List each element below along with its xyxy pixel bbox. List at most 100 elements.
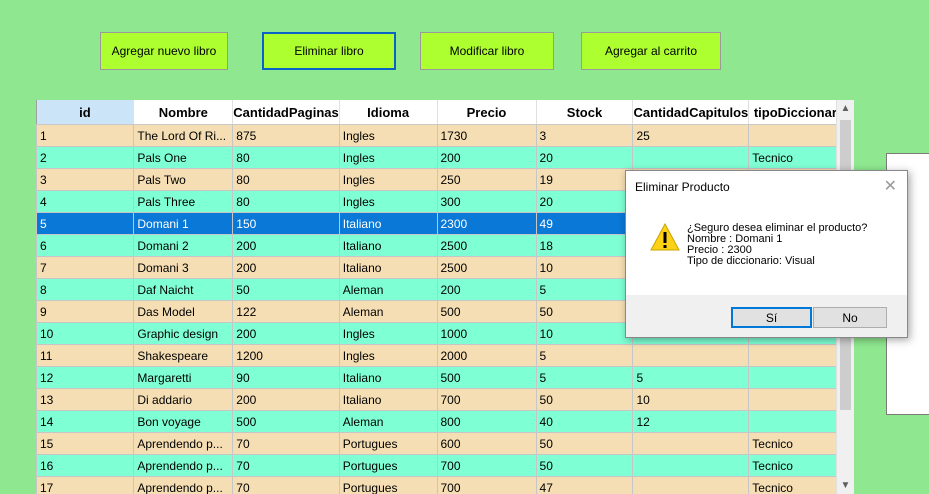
- cell-idioma[interactable]: Portugues: [338, 432, 438, 455]
- column-header-cantidad-capitulos[interactable]: CantidadCapitulos: [632, 100, 750, 125]
- no-button[interactable]: No: [813, 307, 887, 328]
- cell-id[interactable]: 7: [36, 256, 135, 279]
- cell-cantidad-paginas[interactable]: 200: [232, 322, 340, 345]
- modify-book-button[interactable]: Modificar libro: [420, 32, 554, 70]
- column-header-idioma[interactable]: Idioma: [339, 100, 438, 125]
- cell-idioma[interactable]: Aleman: [338, 278, 438, 301]
- cell-cantidad-capitulos[interactable]: [632, 146, 750, 169]
- cell-id[interactable]: 5: [36, 212, 135, 235]
- cell-precio[interactable]: 2500: [436, 256, 537, 279]
- cell-id[interactable]: 12: [36, 366, 135, 389]
- table-row[interactable]: 17 Aprendendo p... 70 Portugues 700 47 Tecnico: [36, 476, 854, 494]
- cell-nombre[interactable]: Bon voyage: [133, 410, 234, 433]
- table-row[interactable]: 13 Di addario 200 Italiano 700 50 10: [36, 388, 854, 411]
- cell-stock[interactable]: 10: [535, 256, 634, 279]
- cell-cantidad-capitulos[interactable]: [632, 476, 750, 494]
- cell-precio[interactable]: 200: [436, 278, 537, 301]
- cell-stock[interactable]: 20: [535, 190, 634, 213]
- cell-id[interactable]: 10: [36, 322, 135, 345]
- cell-precio[interactable]: 1000: [436, 322, 537, 345]
- table-row[interactable]: 15 Aprendendo p... 70 Portugues 600 50 Tecnico: [36, 432, 854, 455]
- cell-cantidad-paginas[interactable]: 1200: [232, 344, 340, 367]
- column-header-cantidad-paginas[interactable]: CantidadPaginas: [232, 100, 340, 125]
- table-row[interactable]: 14 Bon voyage 500 Aleman 800 40 12: [36, 410, 854, 433]
- cell-cantidad-paginas[interactable]: 80: [232, 190, 340, 213]
- chevron-down-icon[interactable]: ▼: [837, 477, 854, 494]
- cell-precio[interactable]: 2000: [436, 344, 537, 367]
- cell-idioma[interactable]: Italiano: [338, 212, 438, 235]
- cell-cantidad-capitulos[interactable]: [632, 344, 750, 367]
- cell-stock[interactable]: 49: [535, 212, 634, 235]
- cell-cantidad-capitulos[interactable]: [632, 432, 750, 455]
- cell-cantidad-capitulos[interactable]: 25: [632, 124, 750, 147]
- cell-cantidad-paginas[interactable]: 70: [232, 476, 340, 494]
- cell-stock[interactable]: 40: [535, 410, 634, 433]
- cell-id[interactable]: 2: [36, 146, 135, 169]
- cell-id[interactable]: 16: [36, 454, 135, 477]
- cell-id[interactable]: 11: [36, 344, 135, 367]
- cell-precio[interactable]: 300: [436, 190, 537, 213]
- cell-id[interactable]: 6: [36, 234, 135, 257]
- cell-id[interactable]: 8: [36, 278, 135, 301]
- cell-cantidad-paginas[interactable]: 150: [232, 212, 340, 235]
- cell-cantidad-paginas[interactable]: 80: [232, 146, 340, 169]
- cell-id[interactable]: 14: [36, 410, 135, 433]
- cell-nombre[interactable]: Margaretti: [133, 366, 234, 389]
- cell-cantidad-paginas[interactable]: 70: [232, 454, 340, 477]
- cell-precio[interactable]: 700: [436, 454, 537, 477]
- cell-stock[interactable]: 5: [535, 344, 634, 367]
- cell-precio[interactable]: 500: [436, 300, 537, 323]
- cell-stock[interactable]: 47: [535, 476, 634, 494]
- cell-stock[interactable]: 5: [535, 278, 634, 301]
- cell-nombre[interactable]: Domani 3: [133, 256, 234, 279]
- cell-stock[interactable]: 50: [535, 454, 634, 477]
- table-row[interactable]: 16 Aprendendo p... 70 Portugues 700 50 Tecnico: [36, 454, 854, 477]
- cell-cantidad-capitulos[interactable]: 12: [632, 410, 750, 433]
- cell-id[interactable]: 13: [36, 388, 135, 411]
- delete-book-button[interactable]: Eliminar libro: [262, 32, 396, 70]
- table-row[interactable]: 11 Shakespeare 1200 Ingles 2000 5: [36, 344, 854, 367]
- cell-nombre[interactable]: The Lord Of Ri...: [133, 124, 234, 147]
- cell-precio[interactable]: 200: [436, 146, 537, 169]
- cell-id[interactable]: 3: [36, 168, 135, 191]
- cell-cantidad-paginas[interactable]: 200: [232, 234, 340, 257]
- table-row[interactable]: 1 The Lord Of Ri... 875 Ingles 1730 3 25: [36, 124, 854, 147]
- cell-idioma[interactable]: Italiano: [338, 256, 438, 279]
- cell-nombre[interactable]: Shakespeare: [133, 344, 234, 367]
- cell-stock[interactable]: 18: [535, 234, 634, 257]
- cell-id[interactable]: 4: [36, 190, 135, 213]
- cell-nombre[interactable]: Aprendendo p...: [133, 454, 234, 477]
- table-row[interactable]: 2 Pals One 80 Ingles 200 20 Tecnico: [36, 146, 854, 169]
- cell-id[interactable]: 1: [36, 124, 135, 147]
- cell-nombre[interactable]: Aprendendo p...: [133, 476, 234, 494]
- cell-stock[interactable]: 50: [535, 300, 634, 323]
- column-header-nombre[interactable]: Nombre: [133, 100, 234, 125]
- cell-precio[interactable]: 600: [436, 432, 537, 455]
- cell-nombre[interactable]: Pals One: [133, 146, 234, 169]
- cell-precio[interactable]: 700: [436, 388, 537, 411]
- column-header-precio[interactable]: Precio: [437, 100, 537, 125]
- cell-nombre[interactable]: Domani 2: [133, 234, 234, 257]
- cell-cantidad-paginas[interactable]: 50: [232, 278, 340, 301]
- cell-idioma[interactable]: Ingles: [338, 168, 438, 191]
- cell-stock[interactable]: 50: [535, 432, 634, 455]
- cell-nombre[interactable]: Pals Three: [133, 190, 234, 213]
- cell-precio[interactable]: 500: [436, 366, 537, 389]
- cell-precio[interactable]: 250: [436, 168, 537, 191]
- cell-idioma[interactable]: Aleman: [338, 410, 438, 433]
- cell-stock[interactable]: 50: [535, 388, 634, 411]
- cell-idioma[interactable]: Ingles: [338, 344, 438, 367]
- cell-cantidad-paginas[interactable]: 90: [232, 366, 340, 389]
- yes-button[interactable]: Sí: [731, 307, 812, 328]
- cell-stock[interactable]: 3: [535, 124, 634, 147]
- cell-stock[interactable]: 20: [535, 146, 634, 169]
- cell-cantidad-capitulos[interactable]: 5: [632, 366, 750, 389]
- cell-precio[interactable]: 700: [436, 476, 537, 494]
- cell-idioma[interactable]: Ingles: [338, 124, 438, 147]
- cell-nombre[interactable]: Daf Naicht: [133, 278, 234, 301]
- cell-precio[interactable]: 2500: [436, 234, 537, 257]
- chevron-up-icon[interactable]: ▲: [837, 100, 854, 117]
- add-to-cart-button[interactable]: Agregar al carrito: [581, 32, 721, 70]
- cell-idioma[interactable]: Ingles: [338, 190, 438, 213]
- cell-idioma[interactable]: Aleman: [338, 300, 438, 323]
